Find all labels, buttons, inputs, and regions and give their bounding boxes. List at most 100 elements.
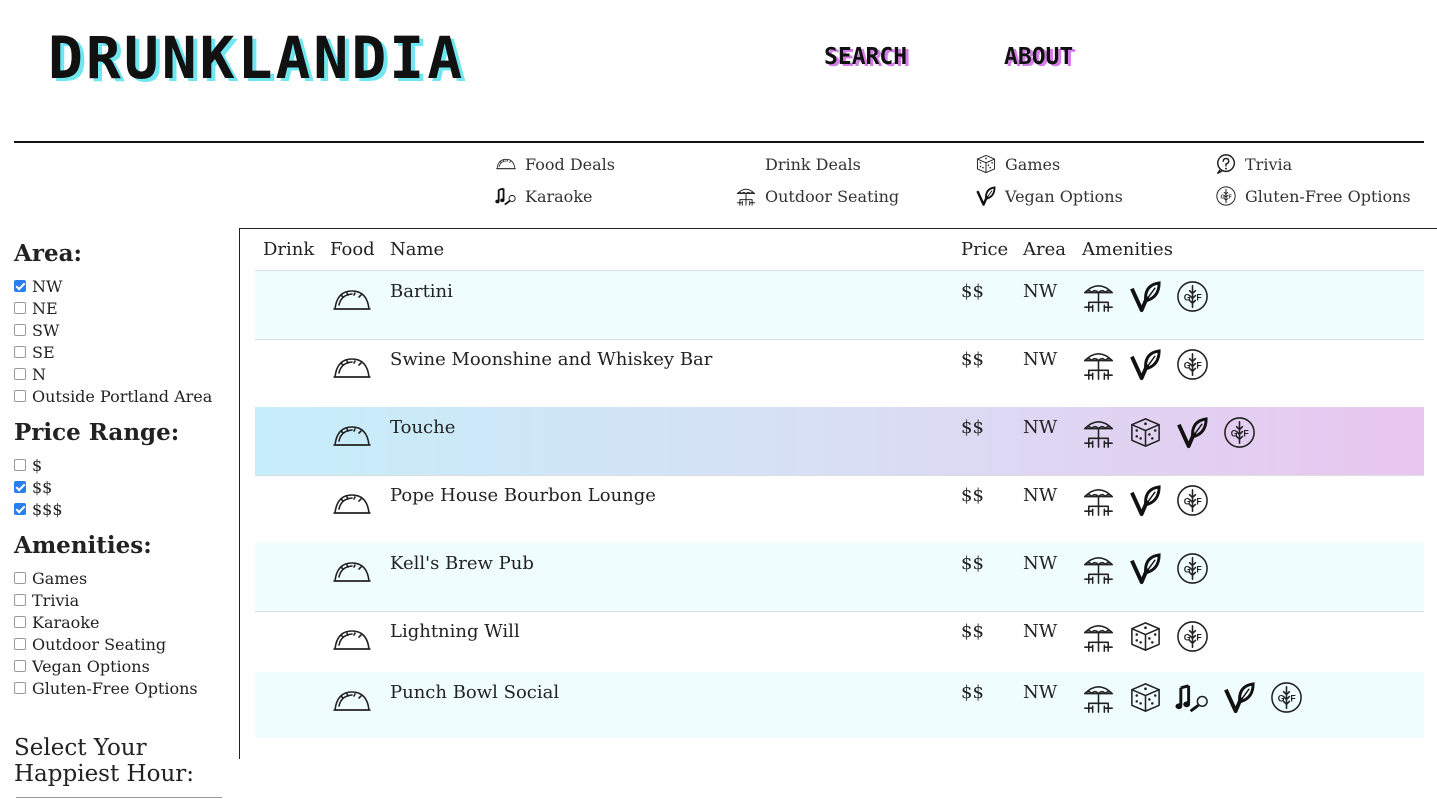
- dice-icon: [1128, 680, 1163, 719]
- amenity-checkbox[interactable]: [14, 594, 26, 606]
- happy-hour-divider: [16, 797, 222, 798]
- taco-icon: [331, 489, 373, 519]
- table-row[interactable]: Bartini $$ NW G F: [255, 271, 1424, 340]
- table-header: Drink Food Name Price Area Amenities: [255, 236, 1424, 271]
- bar-area: NW: [1023, 417, 1058, 438]
- vegan-icon: [1128, 483, 1163, 522]
- col-name[interactable]: Name: [390, 239, 444, 260]
- site-logo[interactable]: DRUNKLANDIA: [48, 24, 465, 92]
- price-checkbox[interactable]: [14, 459, 26, 471]
- price-option[interactable]: $$: [14, 476, 236, 498]
- col-area[interactable]: Area: [1023, 239, 1066, 260]
- gluten-free-icon: GF: [1175, 279, 1210, 318]
- karaoke-icon: [1175, 680, 1210, 719]
- gluten-free-icon: GF: [1269, 680, 1304, 719]
- bar-area: NW: [1023, 349, 1058, 370]
- table-row[interactable]: Pope House Bourbon Lounge $$ NW G F: [255, 475, 1424, 544]
- vegan-icon: [1128, 347, 1163, 386]
- area-label: SW: [32, 320, 60, 340]
- header-divider: [14, 141, 1424, 143]
- amenity-option[interactable]: Karaoke: [14, 611, 236, 633]
- area-option[interactable]: SE: [14, 341, 236, 363]
- amenity-checkbox[interactable]: [14, 638, 26, 650]
- gluten-free-icon: GF: [1175, 619, 1210, 658]
- area-label: NE: [32, 298, 58, 318]
- legend-drink-deals: Drink Deals: [735, 153, 861, 175]
- legend-label: Vegan Options: [1005, 186, 1123, 206]
- amenity-option[interactable]: Vegan Options: [14, 655, 236, 677]
- table-row[interactable]: Touche $$ NW G F: [255, 407, 1424, 476]
- area-option[interactable]: NW: [14, 275, 236, 297]
- svg-text:G: G: [1278, 693, 1285, 703]
- price-checkbox[interactable]: [14, 503, 26, 515]
- col-drink[interactable]: Drink: [263, 239, 314, 260]
- table-row[interactable]: Swine Moonshine and Whiskey Bar $$ NW G F: [255, 339, 1424, 408]
- dice-icon: [1128, 415, 1163, 454]
- amenity-label: Outdoor Seating: [32, 634, 167, 654]
- area-checkbox[interactable]: [14, 346, 26, 358]
- svg-text:F: F: [1196, 496, 1202, 506]
- col-price[interactable]: Price: [961, 239, 1008, 260]
- umbrella-table-icon: [1081, 415, 1116, 454]
- amenity-option[interactable]: Trivia: [14, 589, 236, 611]
- vegan-icon: [1128, 279, 1163, 318]
- table-row[interactable]: Punch Bowl Social $$ NW G F: [255, 672, 1424, 738]
- taco-icon: [331, 353, 373, 383]
- nav-about-link[interactable]: ABOUT: [1004, 44, 1073, 70]
- bar-name[interactable]: Bartini: [390, 281, 453, 302]
- legend-label: Karaoke: [525, 186, 593, 206]
- table-row[interactable]: Kell's Brew Pub $$ NW G F: [255, 543, 1424, 612]
- gluten-free-icon: GF: [1215, 185, 1237, 207]
- dice-icon: [975, 153, 997, 175]
- bar-name[interactable]: Touche: [390, 417, 455, 438]
- legend-vegan-options: Vegan Options: [975, 185, 1123, 207]
- bar-area: NW: [1023, 485, 1058, 506]
- bar-name[interactable]: Punch Bowl Social: [390, 682, 559, 703]
- price-option[interactable]: $: [14, 454, 236, 476]
- gluten-free-icon: GF: [1175, 347, 1210, 386]
- amenity-checkbox[interactable]: [14, 616, 26, 628]
- bar-price: $$: [961, 417, 984, 438]
- umbrella-table-icon: [1081, 680, 1116, 719]
- area-checkbox[interactable]: [14, 390, 26, 402]
- area-option[interactable]: N: [14, 363, 236, 385]
- bar-name[interactable]: Kell's Brew Pub: [390, 553, 534, 574]
- area-option[interactable]: NE: [14, 297, 236, 319]
- amenity-checkbox[interactable]: [14, 660, 26, 672]
- area-label: SE: [32, 342, 55, 362]
- bar-area: NW: [1023, 682, 1058, 703]
- nav-search-link[interactable]: SEARCH: [824, 44, 907, 70]
- bar-name[interactable]: Pope House Bourbon Lounge: [390, 485, 656, 506]
- area-checkbox[interactable]: [14, 280, 26, 292]
- amenity-icons: GF: [1081, 680, 1304, 719]
- area-checkbox[interactable]: [14, 302, 26, 314]
- taco-icon: [331, 686, 373, 716]
- svg-text:G: G: [1221, 194, 1225, 200]
- legend-label: Food Deals: [525, 154, 615, 174]
- vegan-icon: [1128, 551, 1163, 590]
- bar-area: NW: [1023, 281, 1058, 302]
- area-checkbox[interactable]: [14, 368, 26, 380]
- col-food[interactable]: Food: [330, 239, 375, 260]
- price-checkbox[interactable]: [14, 481, 26, 493]
- amenity-icons: GF: [1081, 347, 1210, 386]
- amenity-checkbox[interactable]: [14, 572, 26, 584]
- amenity-label: Karaoke: [32, 612, 100, 632]
- amenity-option[interactable]: Gluten-Free Options: [14, 677, 236, 699]
- table-row[interactable]: Lightning Will $$ NW G F: [255, 611, 1424, 673]
- bar-name[interactable]: Swine Moonshine and Whiskey Bar: [390, 349, 712, 370]
- amenity-option[interactable]: Games: [14, 567, 236, 589]
- area-option[interactable]: Outside Portland Area: [14, 385, 236, 407]
- bar-name[interactable]: Lightning Will: [390, 621, 520, 642]
- amenity-icons: GF: [1081, 619, 1210, 658]
- amenity-checkbox[interactable]: [14, 682, 26, 694]
- price-option[interactable]: $$$: [14, 498, 236, 520]
- amenity-option[interactable]: Outdoor Seating: [14, 633, 236, 655]
- area-label: NW: [32, 276, 63, 296]
- price-label: $: [32, 455, 43, 475]
- area-option[interactable]: SW: [14, 319, 236, 341]
- taco-icon: [331, 557, 373, 587]
- col-amenities[interactable]: Amenities: [1082, 239, 1173, 260]
- legend-label: Outdoor Seating: [765, 186, 900, 206]
- area-checkbox[interactable]: [14, 324, 26, 336]
